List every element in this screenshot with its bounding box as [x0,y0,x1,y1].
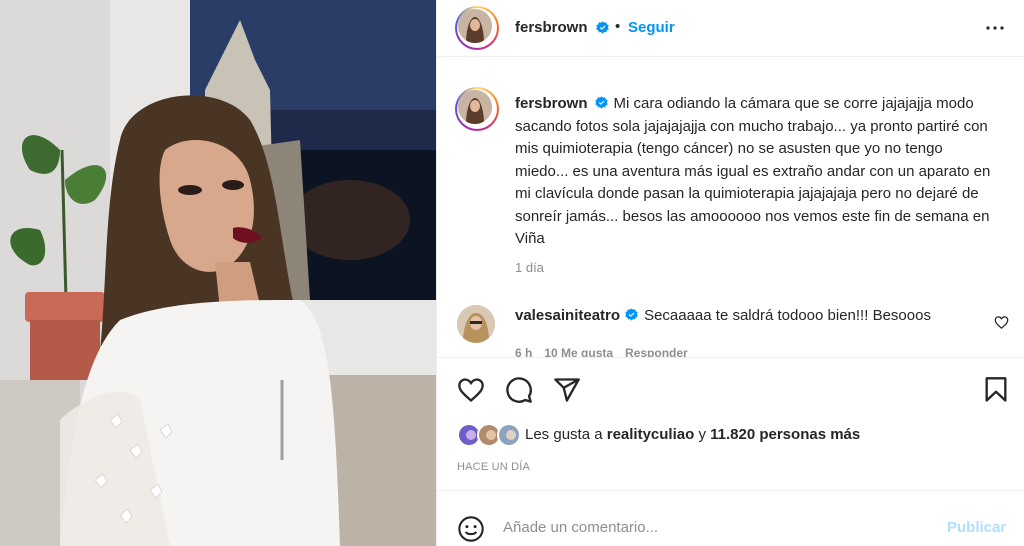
add-comment-bar: Publicar [437,490,1024,546]
post-timestamp[interactable]: HACE UN DÍA [457,461,530,473]
comment-likes[interactable]: 10 Me gusta [544,346,613,357]
likes-summary: Les gusta a realityculiao y 11.820 perso… [457,423,1017,449]
likes-connector: y [698,426,706,443]
likes-prefix: Les gusta a [525,426,603,443]
heart-icon[interactable] [457,376,485,404]
bookmark-icon[interactable] [982,376,1010,404]
comment-like-heart-icon[interactable] [994,315,1009,330]
post-photo[interactable] [0,0,436,546]
liker-username[interactable]: realityculiao [607,426,695,443]
action-bar [437,357,1024,417]
separator-dot: • [615,18,621,35]
comment-time[interactable]: 6 h [515,346,532,357]
comment-input[interactable] [503,513,923,541]
verified-badge-icon [594,96,608,109]
post-panel: fersbrown • Seguir fersbrown Mi cara odi… [436,0,1024,546]
follow-button[interactable]: Seguir [628,19,675,36]
more-horizontal-icon[interactable] [983,16,1007,40]
comment-body: Secaaaaa te saldrá todooo bien!!! Besooo… [644,307,931,324]
comments-section[interactable]: fersbrown Mi cara odiando la cámara que … [437,57,1024,357]
comment-meta: 6 h 10 Me gusta Responder [515,346,700,357]
comment-text-block: valesainiteatro Secaaaaa te saldrá todoo… [515,307,975,324]
caption-avatar[interactable] [455,87,499,131]
caption-body: Mi cara odiando la cámara que se corre j… [515,95,991,247]
reply-button[interactable]: Responder [625,346,688,357]
publish-button[interactable]: Publicar [947,519,1006,536]
likes-count[interactable]: 11.820 personas más [710,426,860,443]
verified-badge-icon [596,21,609,34]
verified-badge-icon [625,308,638,321]
commenter-avatar[interactable] [457,305,495,343]
emoji-icon[interactable] [457,515,485,543]
caption-username[interactable]: fersbrown [515,95,588,112]
liker-avatar[interactable] [497,423,521,447]
caption-timestamp[interactable]: 1 día [515,260,544,275]
likes-text: Les gusta a realityculiao y 11.820 perso… [525,426,860,443]
author-username[interactable]: fersbrown [515,19,588,36]
comment-icon[interactable] [505,376,533,404]
commenter-username[interactable]: valesainiteatro [515,307,620,324]
post-header: fersbrown • Seguir [437,0,1024,57]
author-avatar[interactable] [455,6,499,50]
caption-text-block: fersbrown Mi cara odiando la cámara que … [515,93,995,251]
send-icon[interactable] [553,376,581,404]
